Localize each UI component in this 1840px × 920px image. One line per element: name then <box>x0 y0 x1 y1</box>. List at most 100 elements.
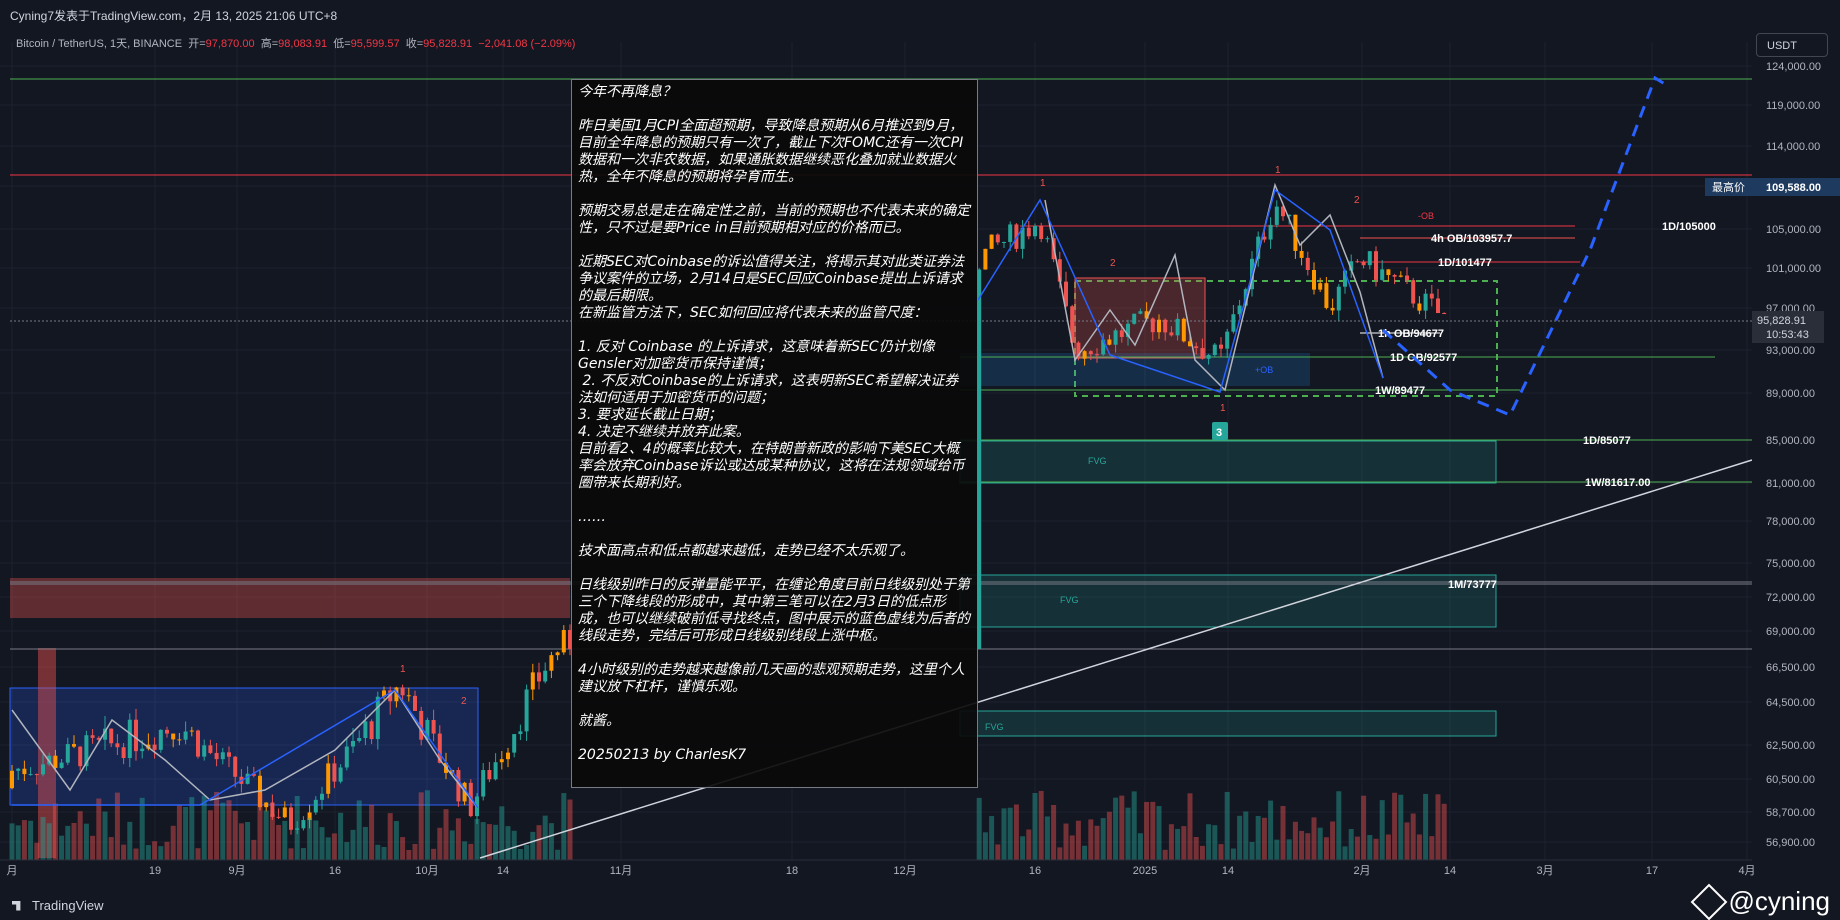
symbol-legend[interactable]: Bitcoin / TetherUS, 1天, BINANCE 开=97,870… <box>16 35 575 51</box>
candle-body <box>1436 298 1440 314</box>
open-value: 97,870.00 <box>205 38 255 50</box>
volume-bar <box>331 833 337 860</box>
volume-bar <box>263 810 269 860</box>
time-tick: 16 <box>1029 865 1041 877</box>
volume-bar <box>1305 833 1311 860</box>
volume-bar <box>257 792 263 860</box>
volume-bar <box>176 804 182 860</box>
annotation-paragraph: 4小时级别的走势越来越像前几天画的悲观预期走势，这里个人建议放下杠杆，谨慎乐观。 <box>578 662 965 695</box>
volume-bar <box>189 797 195 860</box>
volume-bar <box>1156 806 1162 860</box>
volume-bar <box>555 849 561 860</box>
volume-bar <box>344 842 350 860</box>
volume-bar <box>1026 829 1032 860</box>
candle-body <box>233 756 238 777</box>
price-tick: 75,000.00 <box>1766 558 1815 570</box>
volume-bar <box>400 837 406 860</box>
candle-body <box>369 721 374 740</box>
candle-body <box>289 807 293 830</box>
volume-bar <box>1385 834 1391 860</box>
volume-bar <box>387 813 393 860</box>
annotation-paragraph: 昨日美国1月CPI全面超预期，导致降息预期从6月推迟到9月，目前全年降息的预期只… <box>578 118 964 185</box>
volume-bar <box>145 845 151 860</box>
candle-body <box>1200 348 1205 359</box>
volume-bar <box>325 837 331 860</box>
tradingview-logo[interactable]: TradingView <box>12 898 104 913</box>
candle-body <box>406 695 411 697</box>
level-label: 1D OB/92577 <box>1390 352 1457 364</box>
annotation-text-box[interactable]: 今年不再降息？ 昨日美国1月CPI全面超预期，导致降息预期从6月推迟到9月，目前… <box>571 79 978 788</box>
candle-body <box>1305 257 1310 270</box>
volume-bar <box>40 816 46 860</box>
volume-bar <box>300 848 306 860</box>
volume-bar <box>1249 841 1255 860</box>
candle-body <box>1336 286 1341 311</box>
volume-bar <box>530 831 536 860</box>
time-tick: 11月 <box>610 865 632 877</box>
candle-body <box>1212 344 1217 356</box>
volume-bar <box>307 817 313 860</box>
volume-bar <box>1336 791 1342 860</box>
volume-bar <box>201 795 207 860</box>
volume-bar <box>139 797 145 860</box>
zone-label: FVG <box>1088 456 1107 466</box>
volume-bar <box>1020 836 1026 860</box>
volume-bar <box>493 824 499 860</box>
price-tick: 85,000.00 <box>1766 435 1815 447</box>
candle-body <box>338 767 343 782</box>
candle-body <box>499 759 504 763</box>
candle-body <box>431 720 436 734</box>
volume-bar <box>1206 824 1212 860</box>
zone-label: -OB <box>1418 211 1434 221</box>
volume-bar <box>1038 790 1044 860</box>
open-label: 开= <box>188 38 206 50</box>
volume-bar <box>1175 828 1181 860</box>
volume-bar <box>1255 816 1261 860</box>
candle-body <box>1299 250 1304 258</box>
close-value: 95,828.91 <box>423 38 473 50</box>
volume-bar <box>21 820 27 860</box>
volume-bar <box>288 848 294 860</box>
candle-body <box>220 752 225 760</box>
candle-body <box>320 793 324 800</box>
volume-bar <box>9 823 15 860</box>
candle-body <box>16 768 21 771</box>
volume-bar <box>102 811 108 860</box>
volume-bar <box>443 809 449 860</box>
volume-bar <box>1137 833 1143 860</box>
high-label: 高= <box>260 38 279 50</box>
volume-bar <box>536 825 542 860</box>
candle-body <box>549 655 554 671</box>
volume-bar <box>28 820 34 860</box>
volume-bar <box>1416 834 1422 860</box>
candle-body <box>530 672 535 690</box>
time-tick: 12月 <box>893 865 916 877</box>
candle-body <box>1163 319 1168 333</box>
volume-bar <box>90 835 96 860</box>
currency-selector[interactable]: USDT <box>1756 33 1828 57</box>
volume-bar <box>350 829 356 860</box>
volume-bar <box>127 821 133 860</box>
candle-body <box>171 733 176 740</box>
volume-bar <box>71 822 77 860</box>
volume-bar <box>1435 794 1441 860</box>
wave-number: 2 <box>1110 258 1116 269</box>
time-tick: 2月 <box>1353 865 1370 877</box>
candle-body <box>264 802 269 808</box>
volume-bar <box>1292 821 1298 860</box>
volume-bar <box>1404 822 1410 860</box>
level-label: 1W/81617.00 <box>1585 477 1650 489</box>
time-tick: 17 <box>1646 865 1658 877</box>
volume-bar <box>1429 836 1435 860</box>
volume-bar <box>1348 829 1354 860</box>
volume-bar <box>362 826 368 860</box>
volume-bar <box>1237 815 1243 860</box>
candle-body <box>413 695 417 711</box>
candle-body <box>375 696 380 740</box>
candle-body <box>1082 351 1087 359</box>
candle-body <box>202 745 207 757</box>
price-tick: 81,000.00 <box>1766 478 1815 490</box>
candle-body <box>326 763 331 794</box>
volume-bar <box>548 823 554 860</box>
volume-bar <box>65 825 71 860</box>
